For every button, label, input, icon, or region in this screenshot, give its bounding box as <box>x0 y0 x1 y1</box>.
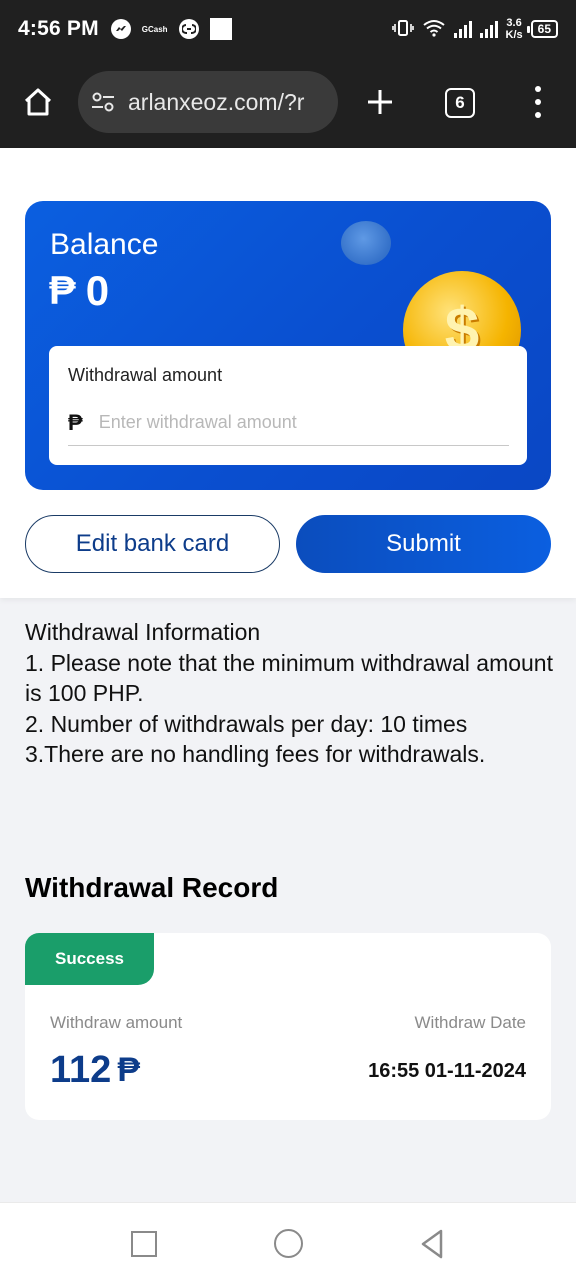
withdraw-date-value: 16:55 01-11-2024 <box>368 1060 526 1082</box>
withdraw-amount-value: 112 ₱ <box>50 1049 140 1092</box>
withdraw-amount-label: Withdrawal amount <box>68 365 223 385</box>
record-title: Withdrawal Record <box>25 872 279 903</box>
status-time: 4:56 PM <box>18 17 99 40</box>
info-line: 2. Number of withdrawals per day: 10 tim… <box>25 710 468 737</box>
decorative-coin-icon <box>341 221 391 265</box>
link-app-icon <box>178 19 199 39</box>
home-nav-icon[interactable] <box>274 1229 303 1258</box>
more-menu-icon[interactable] <box>534 86 542 118</box>
recents-icon[interactable] <box>131 1231 157 1257</box>
system-icons: 3.6 K/s 65 <box>391 17 558 41</box>
signal-icon-1 <box>453 20 472 38</box>
wifi-icon <box>422 19 446 40</box>
peso-icon: ₱ <box>68 409 83 435</box>
app-notification-icon <box>209 18 232 40</box>
browser-toolbar: arlanxeoz.com/?r 6 <box>0 58 576 148</box>
url-bar[interactable]: arlanxeoz.com/?r <box>78 71 338 133</box>
navigation-bar <box>0 1202 576 1280</box>
status-badge: Success <box>25 933 154 985</box>
peso-icon: ₱ <box>117 1051 140 1089</box>
edit-bank-card-button[interactable]: Edit bank card <box>25 515 280 573</box>
info-title: Withdrawal Information <box>25 619 261 645</box>
new-tab-icon[interactable] <box>366 88 394 116</box>
status-bar: 4:56 PM GCash 3.6 K/s 65 <box>0 0 576 58</box>
notification-icons: GCash <box>110 18 232 40</box>
withdraw-amount-label: Withdraw amount <box>50 1013 183 1032</box>
site-settings-icon[interactable] <box>90 90 116 114</box>
submit-button[interactable]: Submit <box>296 515 551 573</box>
balance-value: ₱ 0 <box>49 267 109 315</box>
vibrate-icon <box>391 19 414 40</box>
balance-label: Balance <box>50 228 159 261</box>
network-speed: 3.6 K/s <box>506 17 523 41</box>
peso-icon: ₱ <box>49 268 76 313</box>
home-icon[interactable] <box>22 86 54 118</box>
balance-card: Balance ₱ 0 $ Withdrawal amount ₱ <box>25 201 551 490</box>
withdraw-input-row: ₱ <box>68 400 509 446</box>
record-card: Success Withdraw amount Withdraw Date 11… <box>25 933 551 1120</box>
back-icon[interactable] <box>420 1229 444 1259</box>
withdraw-panel: Balance ₱ 0 $ Withdrawal amount ₱ Edit b… <box>0 148 576 598</box>
messenger-icon <box>110 19 131 39</box>
url-text: arlanxeoz.com/?r <box>128 88 305 115</box>
battery-icon: 65 <box>526 20 558 38</box>
tab-switcher-button[interactable]: 6 <box>445 88 475 118</box>
speed-value: 3.6 <box>506 17 522 29</box>
withdraw-date-label: Withdraw Date <box>414 1013 526 1032</box>
balance-amount: 0 <box>85 267 110 314</box>
speed-unit: K/s <box>505 29 523 41</box>
info-line: 1. Please note that the minimum withdraw… <box>25 649 553 707</box>
gcash-icon: GCash <box>141 24 168 34</box>
withdraw-amount-box: Withdrawal amount ₱ <box>49 346 527 465</box>
withdraw-amount-input[interactable] <box>98 412 479 433</box>
record-amount: 112 <box>50 1049 112 1091</box>
withdrawal-info: Withdrawal Information 1. Please note th… <box>25 617 555 770</box>
info-line: 3.There are no handling fees for withdra… <box>25 741 486 767</box>
signal-icon-2 <box>479 20 498 38</box>
